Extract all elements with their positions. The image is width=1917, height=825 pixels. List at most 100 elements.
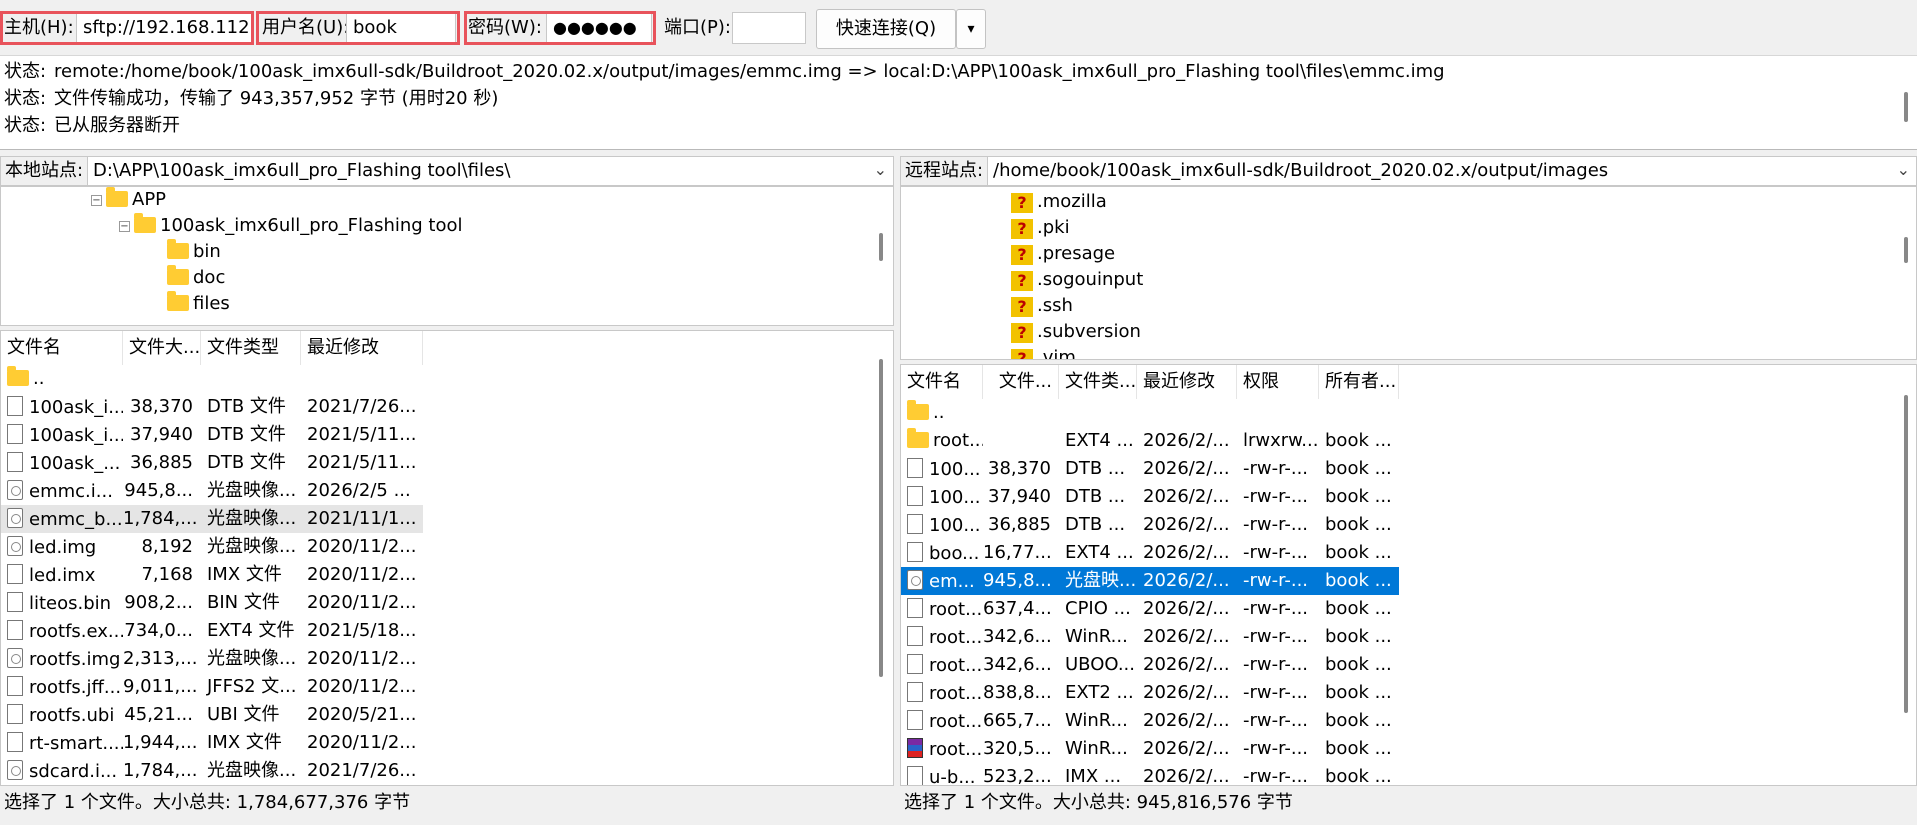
column-header-size[interactable]: 文件... <box>983 365 1059 399</box>
table-row[interactable]: rt-smart.... 1,944,... IMX 文件 2020/11/2... <box>1 729 423 757</box>
log-scrollbar[interactable] <box>1904 92 1908 122</box>
file-modified: 2021/5/11... <box>301 421 423 449</box>
table-row[interactable]: led.imx 7,168 IMX 文件 2020/11/2... <box>1 561 423 589</box>
file-modified: 2026/2/... <box>1137 455 1237 483</box>
folder-icon <box>907 400 929 420</box>
port-input[interactable] <box>732 12 806 44</box>
table-row[interactable]: 100ask_i... 38,370 DTB 文件 2021/7/26... <box>1 393 423 421</box>
table-row[interactable]: sdcard.i... 1,784,... 光盘映像... 2021/7/26... <box>1 757 423 785</box>
message-log[interactable]: 状态: remote:/home/book/100ask_imx6ull-sdk/… <box>0 56 1917 150</box>
tree-node[interactable]: − APP <box>91 187 166 213</box>
remote-dir-tree[interactable]: ? .mozilla? .pki? .presage? .sogouinput? .ssh… <box>900 186 1917 360</box>
table-row[interactable]: em... 945,8... 光盘映... 2026/2/... -rw-r-... bo… <box>901 567 1399 595</box>
remote-tree-scrollbar[interactable] <box>1904 237 1908 263</box>
tree-node[interactable]: doc <box>167 265 225 291</box>
tree-node[interactable]: ? .ssh <box>1011 293 1073 319</box>
local-dir-tree[interactable]: − APP −100ask_imx6ull_pro_Flashing tool b… <box>0 186 894 326</box>
table-row[interactable]: emmc_b... 1,784,... 光盘映像... 2021/11/1... <box>1 505 423 533</box>
file-owner <box>1319 399 1399 427</box>
folder-icon <box>134 213 156 233</box>
tree-node[interactable]: ? .pki <box>1011 215 1070 241</box>
file-name: 100... <box>901 483 983 511</box>
host-input[interactable]: sftp://192.168.112. <box>76 12 252 44</box>
table-row[interactable]: .. <box>901 399 1399 427</box>
table-row[interactable]: emmc.i... 945,8... 光盘映像... 2026/2/5 ... <box>1 477 423 505</box>
column-header-owner[interactable]: 所有者... <box>1319 365 1399 399</box>
table-row[interactable]: u-b... 523,2... IMX ... 2026/2/... -rw-r-...… <box>901 763 1399 785</box>
archive-icon <box>907 738 923 758</box>
tree-node[interactable]: ? .vim <box>1011 345 1076 359</box>
file-name-text: emmc_b... <box>29 509 123 530</box>
remote-file-scrollbar[interactable] <box>1904 395 1908 713</box>
file-modified: 2021/7/26... <box>301 393 423 421</box>
collapse-icon[interactable]: − <box>119 221 130 232</box>
table-row[interactable]: boo... 16,77... EXT4 ... 2026/2/... -rw-r-..… <box>901 539 1399 567</box>
table-row[interactable]: 100... 37,940 DTB ... 2026/2/... -rw-r-... bo… <box>901 483 1399 511</box>
column-header-size[interactable]: 文件大... <box>123 331 201 365</box>
quickconnect-dropdown-button[interactable]: ▾ <box>956 9 986 49</box>
table-row[interactable]: rootfs.ex... 734,0... EXT4 文件 2021/5/18... <box>1 617 423 645</box>
table-row[interactable]: 100ask_i... 37,940 DTB 文件 2021/5/11... <box>1 421 423 449</box>
column-header-permissions[interactable]: 权限 <box>1237 365 1319 399</box>
tree-node[interactable]: bin <box>167 239 221 265</box>
column-header-type[interactable]: 文件类... <box>1059 365 1137 399</box>
file-modified: 2026/2/... <box>1137 511 1237 539</box>
table-row[interactable]: root... 342,6... UBOO... 2026/2/... -rw-r-..… <box>901 651 1399 679</box>
file-owner-text: book ... <box>1325 514 1392 535</box>
file-name-text: root... <box>929 683 983 704</box>
collapse-icon[interactable]: − <box>91 195 102 206</box>
tree-node[interactable]: files <box>167 291 230 317</box>
chevron-down-icon[interactable]: ⌄ <box>874 157 887 185</box>
username-input[interactable]: book <box>346 12 456 44</box>
table-row[interactable]: liteos.bin 908,2... BIN 文件 2020/11/2... <box>1 589 423 617</box>
table-row[interactable]: root... 637,4... CPIO ... 2026/2/... -rw-r-.… <box>901 595 1399 623</box>
file-size-text: 1,784,... <box>123 760 198 781</box>
file-size-text: 908,2... <box>124 592 193 613</box>
local-site-path[interactable]: D:\APP\100ask_imx6ull_pro_Flashing tool\… <box>93 157 511 185</box>
tree-node[interactable]: ? .sogouinput <box>1011 267 1143 293</box>
local-tree-scrollbar[interactable] <box>879 233 883 261</box>
table-row[interactable]: rootfs.jff... 9,011,... JFFS2 文... 2020/11/… <box>1 673 423 701</box>
table-row[interactable]: rootfs.img 2,313,... 光盘映像... 2020/11/2... <box>1 645 423 673</box>
file-owner-text: book ... <box>1325 542 1392 563</box>
file-owner-text: book ... <box>1325 738 1392 759</box>
local-file-scrollbar[interactable] <box>879 359 883 677</box>
remote-site-path[interactable]: /home/book/100ask_imx6ull-sdk/Buildroot_… <box>993 157 1608 185</box>
tree-node[interactable]: ? .subversion <box>1011 319 1141 345</box>
quickconnect-button[interactable]: 快速连接(Q) <box>816 9 956 49</box>
column-header-filename[interactable]: 文件名 <box>1 331 123 365</box>
column-header-filename[interactable]: 文件名 <box>901 365 983 399</box>
password-input[interactable]: ●●●●●● <box>546 12 652 44</box>
table-row[interactable]: 100... 38,370 DTB ... 2026/2/... -rw-r-... bo… <box>901 455 1399 483</box>
remote-file-list[interactable]: 文件名 文件... 文件类... 最近修改 权限 所有者... .. root..… <box>900 364 1917 786</box>
file-type-text: DTB ... <box>1065 486 1126 507</box>
table-row[interactable]: root... 665,7... WinR... 2026/2/... -rw-r-..… <box>901 707 1399 735</box>
file-owner-text: book ... <box>1325 682 1392 703</box>
table-row[interactable]: 100ask_... 36,885 DTB 文件 2021/5/11... <box>1 449 423 477</box>
column-header-modified[interactable]: 最近修改 <box>301 331 423 365</box>
column-header-modified[interactable]: 最近修改 <box>1137 365 1237 399</box>
folder-icon <box>167 265 189 285</box>
file-name: rt-smart.... <box>1 729 123 757</box>
column-header-type[interactable]: 文件类型 <box>201 331 301 365</box>
file-modified-text: 2021/7/26... <box>307 396 417 417</box>
chevron-down-icon[interactable]: ⌄ <box>1897 157 1910 185</box>
table-row[interactable]: led.img 8,192 光盘映像... 2020/11/2... <box>1 533 423 561</box>
file-name: root... <box>901 735 983 763</box>
table-row[interactable]: root... EXT4 ... 2026/2/... lrwxrw... book .… <box>901 427 1399 455</box>
file-modified-text: 2026/2/5 ... <box>307 480 411 501</box>
file-size: 38,370 <box>123 393 201 421</box>
tree-node[interactable]: ? .presage <box>1011 241 1115 267</box>
table-row[interactable]: 100... 36,885 DTB ... 2026/2/... -rw-r-... bo… <box>901 511 1399 539</box>
table-row[interactable]: root... 320,5... WinR... 2026/2/... -rw-r-..… <box>901 735 1399 763</box>
file-name: em... <box>901 567 983 595</box>
tree-node[interactable]: − 100ask_imx6ull_pro_Flashing tool <box>119 213 463 239</box>
table-row[interactable]: root... 342,6... WinR... 2026/2/... -rw-r-..… <box>901 623 1399 651</box>
file-size: 523,2... <box>983 763 1059 785</box>
table-row[interactable]: .. <box>1 365 423 393</box>
tree-node[interactable]: ? .mozilla <box>1011 189 1107 215</box>
table-row[interactable]: root... 838,8... EXT2 ... 2026/2/... -rw-r-.… <box>901 679 1399 707</box>
table-row[interactable]: rootfs.ubi 45,21... UBI 文件 2020/5/21... <box>1 701 423 729</box>
local-file-list[interactable]: 文件名 文件大... 文件类型 最近修改 .. 100ask_i... 38,370… <box>0 330 894 786</box>
file-name-text: 100... <box>929 487 981 508</box>
